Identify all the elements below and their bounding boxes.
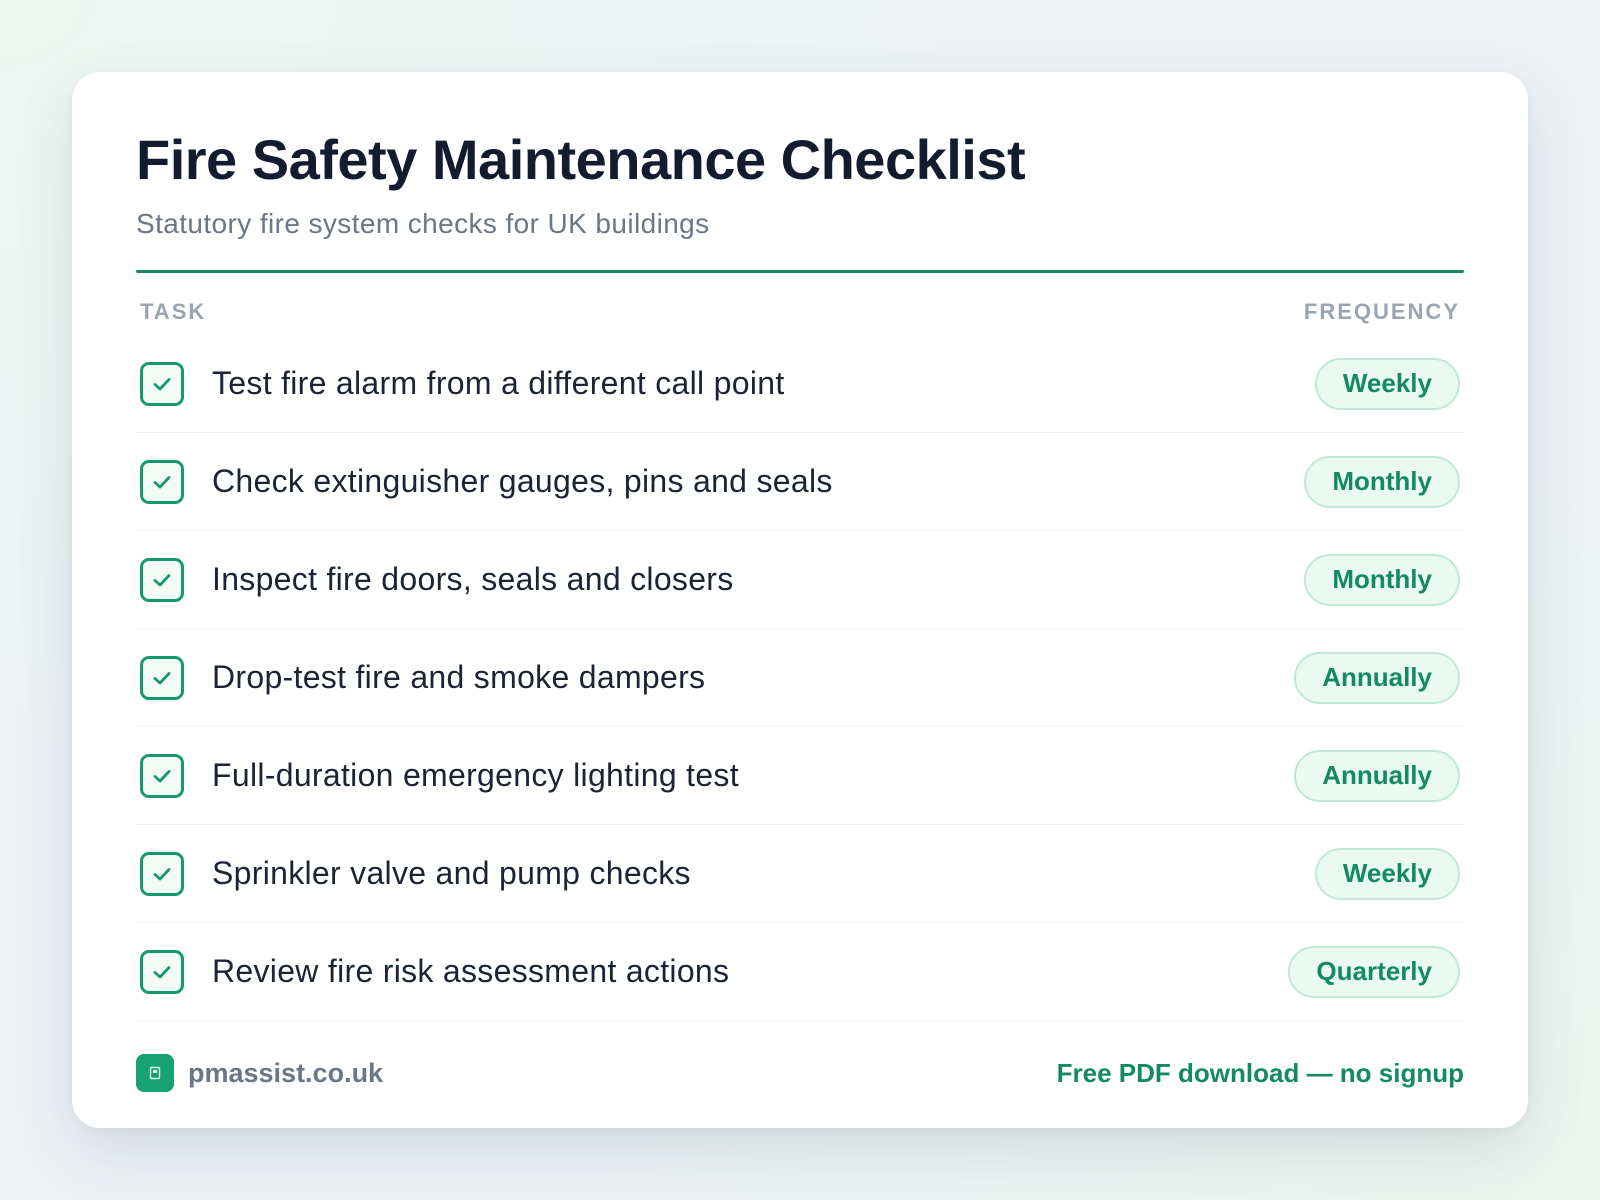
- task-label: Test fire alarm from a different call po…: [212, 365, 785, 402]
- frequency-badge: Annually: [1294, 651, 1460, 704]
- task-row: Test fire alarm from a different call po…: [136, 335, 1464, 434]
- task-checkbox[interactable]: [140, 459, 184, 504]
- task-list: Test fire alarm from a different call po…: [136, 335, 1464, 1022]
- task-checkbox[interactable]: [140, 557, 184, 602]
- page-subtitle: Statutory fire system checks for UK buil…: [136, 208, 710, 240]
- task-row: Sprinkler valve and pump checks Weekly: [136, 825, 1464, 924]
- frequency-badge: Weekly: [1314, 847, 1460, 900]
- task-label: Inspect fire doors, seals and closers: [212, 561, 734, 598]
- task-row: Drop-test fire and smoke dampers Annuall…: [136, 629, 1464, 728]
- checklist-card: Fire Safety Maintenance Checklist Statut…: [72, 72, 1528, 1128]
- brand-name: pmassist.co.uk: [188, 1057, 384, 1088]
- task-checkbox[interactable]: [140, 949, 184, 994]
- task-checkbox[interactable]: [140, 851, 184, 896]
- column-header-task: TASK: [140, 299, 207, 325]
- brand[interactable]: pmassist.co.uk: [136, 1054, 383, 1092]
- frequency-badge: Annually: [1294, 749, 1460, 802]
- page-title: Fire Safety Maintenance Checklist: [136, 128, 1026, 191]
- task-checkbox[interactable]: [140, 361, 184, 406]
- check-icon: [153, 671, 171, 685]
- check-icon: [153, 769, 171, 783]
- task-label: Check extinguisher gauges, pins and seal…: [212, 463, 833, 500]
- task-label: Drop-test fire and smoke dampers: [212, 659, 706, 696]
- task-row: Full-duration emergency lighting test An…: [136, 727, 1464, 826]
- task-row: Inspect fire doors, seals and closers Mo…: [136, 531, 1464, 630]
- task-row: Check extinguisher gauges, pins and seal…: [136, 433, 1464, 532]
- check-icon: [153, 475, 171, 489]
- check-icon: [153, 573, 171, 587]
- card-footer: pmassist.co.uk Free PDF download — no si…: [136, 1054, 1464, 1092]
- check-icon: [153, 377, 171, 391]
- title-divider: [136, 270, 1464, 274]
- task-label: Full-duration emergency lighting test: [212, 757, 739, 794]
- frequency-badge: Quarterly: [1288, 945, 1460, 998]
- frequency-badge: Monthly: [1304, 553, 1460, 606]
- frequency-badge: Monthly: [1304, 455, 1460, 508]
- task-row: Review fire risk assessment actions Quar…: [136, 923, 1464, 1022]
- task-checkbox[interactable]: [140, 655, 184, 700]
- pdf-download-link[interactable]: Free PDF download — no signup: [1057, 1058, 1464, 1089]
- check-icon: [153, 965, 171, 979]
- column-header-frequency: FREQUENCY: [1303, 299, 1460, 325]
- task-checkbox[interactable]: [140, 753, 184, 798]
- building-icon: [136, 1054, 174, 1092]
- task-label: Review fire risk assessment actions: [212, 953, 730, 990]
- check-icon: [153, 867, 171, 881]
- task-label: Sprinkler valve and pump checks: [212, 855, 691, 892]
- column-headers: TASK FREQUENCY: [136, 299, 1464, 325]
- frequency-badge: Weekly: [1314, 357, 1460, 410]
